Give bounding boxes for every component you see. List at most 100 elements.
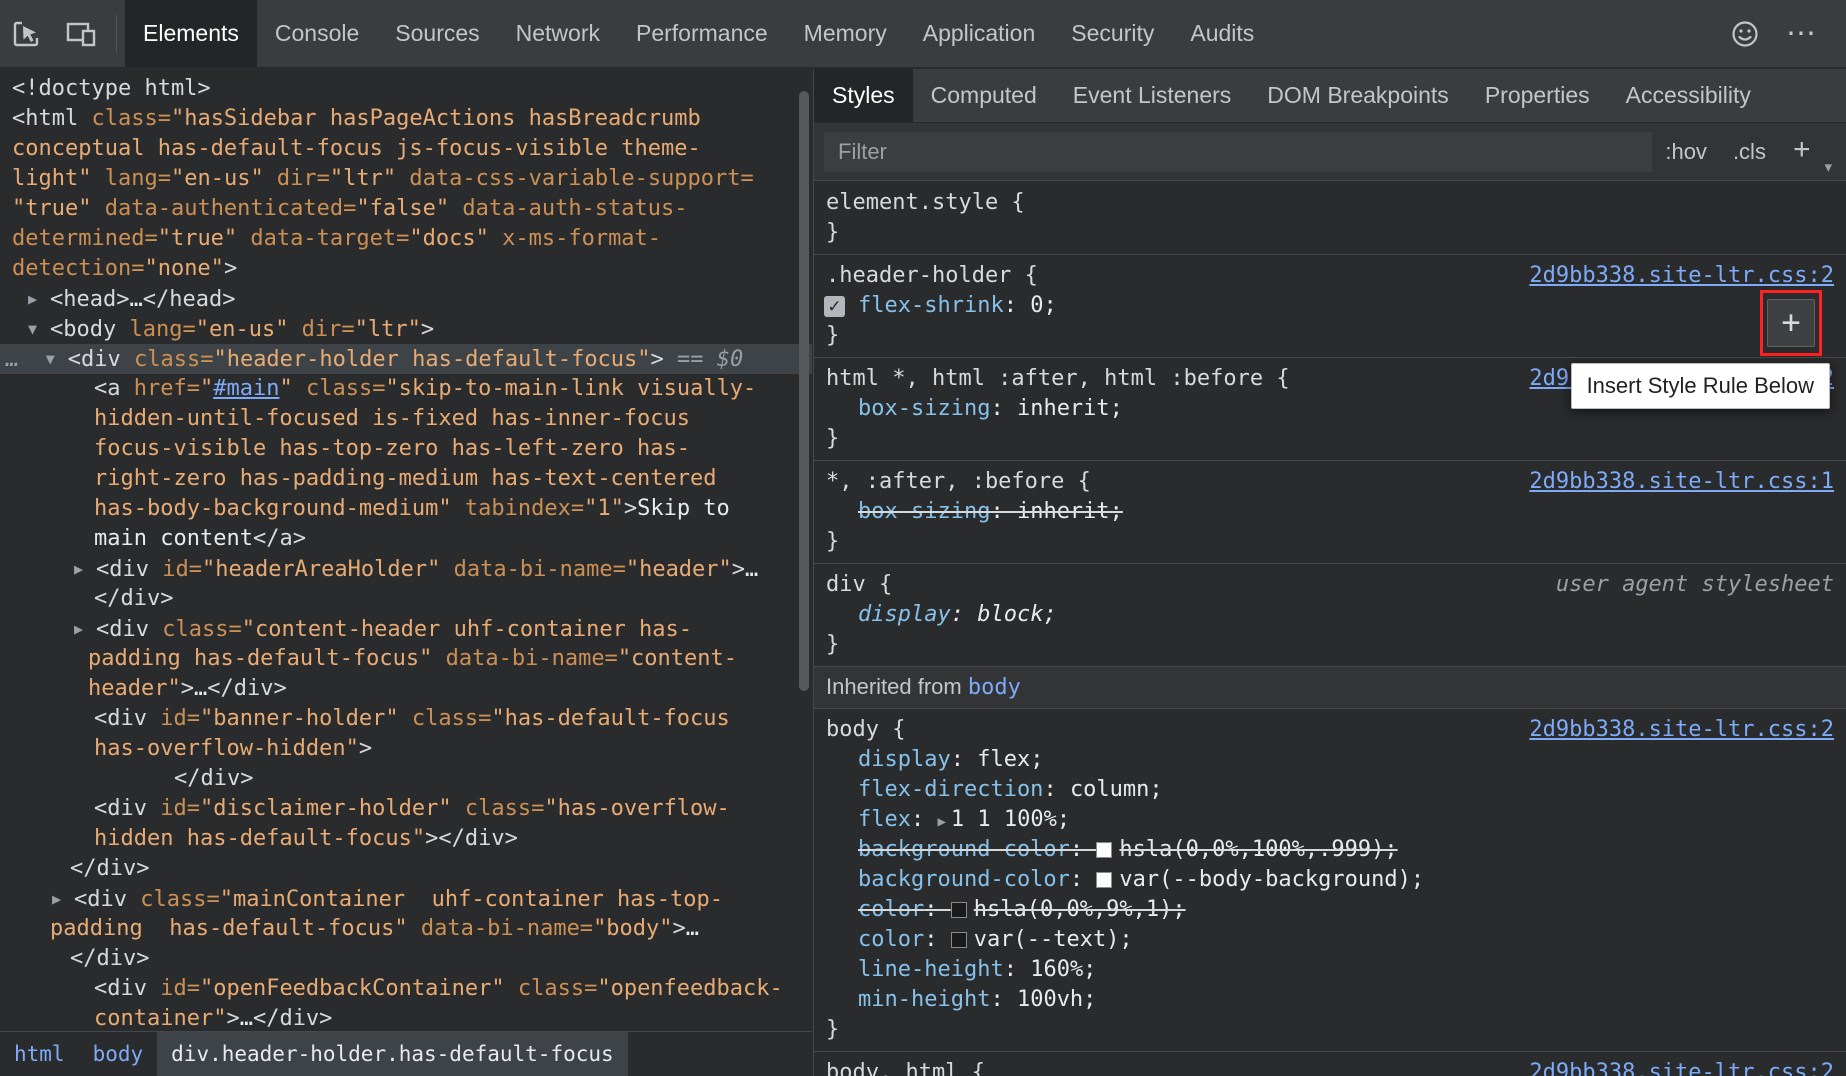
inspect-element-icon[interactable] [0,0,54,67]
dom-tree-line[interactable]: header">…</div> [0,674,812,704]
css-property-value[interactable]: 1 1 100%; [951,807,1070,832]
dom-tree-line[interactable]: <div id="disclaimer-holder" class="has-o… [0,794,812,824]
rule-selector[interactable]: div { [826,570,892,600]
dom-tree-line[interactable]: ▶<div class="content-header uhf-containe… [0,614,812,644]
css-property-value[interactable]: var(--body-background); [1119,867,1424,892]
sidebar-tab-accessibility[interactable]: Accessibility [1608,69,1769,122]
breadcrumb-item[interactable]: body [79,1032,158,1076]
css-declaration[interactable]: display: block; [814,600,1846,630]
css-property-name[interactable]: display [858,602,951,627]
stylesheet-link[interactable]: 2d9bb338.site-ltr.css:2 [1529,1058,1834,1076]
syntax-lnk[interactable]: #main [213,376,279,401]
sidebar-tab-properties[interactable]: Properties [1467,69,1608,122]
dom-tree-line[interactable]: main content</a> [0,524,812,554]
color-swatch[interactable] [1096,872,1112,888]
css-property-name[interactable]: flex-direction [858,777,1043,802]
tab-memory[interactable]: Memory [786,0,905,67]
tab-performance[interactable]: Performance [618,0,786,67]
css-declaration[interactable]: line-height: 160%; [814,955,1846,985]
dom-tree-line[interactable]: </div> [0,584,812,614]
element-classes-button[interactable]: .cls [1720,123,1779,180]
chevron-down-icon[interactable]: ▾ [1824,158,1836,180]
rule-selector[interactable]: body { [826,715,905,745]
css-declaration[interactable]: color: var(--text); [814,925,1846,955]
css-declaration[interactable]: color: hsla(0,0%,9%,1); [814,895,1846,925]
tab-audits[interactable]: Audits [1172,0,1272,67]
breadcrumb-item[interactable]: div.header-holder.has-default-focus [157,1032,628,1076]
dom-tree-line[interactable]: has-overflow-hidden"> [0,734,812,764]
styles-filter-input[interactable] [824,132,1652,172]
dom-tree-line[interactable]: <!doctype html> [0,74,812,104]
css-declaration[interactable]: flex: ▶1 1 100%; [814,805,1846,835]
css-property-value[interactable]: inherit; [1017,499,1123,524]
css-property-name[interactable]: background-color [858,867,1070,892]
declaration-checkbox[interactable]: ✓ [824,296,845,317]
dom-tree-line[interactable]: </div> [0,764,812,794]
device-toolbar-icon[interactable] [54,0,108,67]
overflow-menu-icon[interactable]: ⋯ [1772,16,1832,51]
dom-tree-line[interactable]: <a href="#main" class="skip-to-main-link… [0,374,812,404]
css-declaration[interactable]: ✓flex-shrink: 0; [814,291,1846,321]
expand-arrow-icon[interactable]: ▶ [74,614,96,644]
new-style-rule-button[interactable]: + [1779,123,1825,180]
color-swatch[interactable] [951,902,967,918]
css-property-name[interactable]: background-color [858,837,1070,862]
rule-selector[interactable]: element.style { [826,188,1025,218]
dom-tree-line[interactable]: ▶<div id="headerAreaHolder" data-bi-name… [0,554,812,584]
tab-security[interactable]: Security [1053,0,1172,67]
sidebar-tab-dom-breakpoints[interactable]: DOM Breakpoints [1249,69,1467,122]
dom-tree-line[interactable]: right-zero has-padding-medium has-text-c… [0,464,812,494]
dom-tree-line[interactable]: light" lang="en-us" dir="ltr" data-css-v… [0,164,812,194]
css-property-name[interactable]: min-height [858,987,990,1012]
dom-tree-line[interactable]: </div> [0,944,812,974]
expand-arrow-icon[interactable]: ▼ [46,344,68,374]
dom-tree-line[interactable]: <html class="hasSidebar hasPageActions h… [0,104,812,134]
css-property-value[interactable]: column; [1070,777,1163,802]
stylesheet-link[interactable]: 2d9bb338.site-ltr.css:1 [1529,467,1834,497]
stylesheet-link[interactable]: 2d9bb338.site-ltr.css:2 [1529,261,1834,291]
dom-tree-line[interactable]: hidden has-default-focus"></div> [0,824,812,854]
sidebar-tab-styles[interactable]: Styles [814,69,913,122]
css-property-name[interactable]: color [858,897,924,922]
dom-tree-line[interactable]: </div> [0,854,812,884]
css-property-name[interactable]: flex-shrink [858,293,1004,318]
dom-tree-line[interactable]: <div id="openFeedbackContainer" class="o… [0,974,812,1004]
dom-tree-line[interactable]: conceptual has-default-focus js-focus-vi… [0,134,812,164]
dom-tree-line[interactable]: determined="true" data-target="docs" x-m… [0,224,812,254]
rule-selector[interactable]: .header-holder { [826,261,1038,291]
dom-tree-line[interactable]: <div id="banner-holder" class="has-defau… [0,704,812,734]
css-property-value[interactable]: flex; [977,747,1043,772]
tab-elements[interactable]: Elements [125,0,257,67]
css-property-name[interactable]: color [858,927,924,952]
stylesheet-link[interactable]: 2d9bb338.site-ltr.css:2 [1529,715,1834,745]
color-swatch[interactable] [951,932,967,948]
css-declaration[interactable]: box-sizing: inherit; [814,497,1846,527]
expand-arrow-icon[interactable]: ▶ [74,554,96,584]
css-property-name[interactable]: box-sizing [858,499,990,524]
breadcrumb-item[interactable]: html [0,1032,79,1076]
dom-tree-line[interactable]: ▶<head>…</head> [0,284,812,314]
elements-scrollbar[interactable] [799,91,809,691]
tab-network[interactable]: Network [498,0,618,67]
css-property-value[interactable]: hsla(0,0%,100%,.999); [1119,837,1397,862]
css-declaration[interactable]: background-color: var(--body-background)… [814,865,1846,895]
insert-style-rule-button[interactable]: + [1767,299,1815,347]
dom-tree-line[interactable]: "true" data-authenticated="false" data-a… [0,194,812,224]
dom-tree-line[interactable]: hidden-until-focused is-fixed has-inner-… [0,404,812,434]
css-property-name[interactable]: display [858,747,951,772]
css-declaration[interactable]: min-height: 100vh; [814,985,1846,1015]
css-property-name[interactable]: box-sizing [858,396,990,421]
css-property-value[interactable]: block; [977,602,1056,627]
dom-tree-line[interactable]: container">…</div> [0,1004,812,1031]
dom-tree-line[interactable]: padding has-default-focus" data-bi-name=… [0,914,812,944]
css-property-value[interactable]: var(--text); [974,927,1133,952]
rule-selector[interactable]: body, html { [826,1058,985,1076]
css-property-name[interactable]: flex [858,807,911,832]
css-declaration[interactable]: flex-direction: column; [814,775,1846,805]
css-property-name[interactable]: line-height [858,957,1004,982]
feedback-smiley-icon[interactable] [1718,19,1772,49]
dom-tree-line[interactable]: ▼<body lang="en-us" dir="ltr"> [0,314,812,344]
color-swatch[interactable] [1096,842,1112,858]
dom-tree-line[interactable]: has-body-background-medium" tabindex="1"… [0,494,812,524]
dom-tree-line-selected[interactable]: … ▼<div class="header-holder has-default… [0,344,812,374]
